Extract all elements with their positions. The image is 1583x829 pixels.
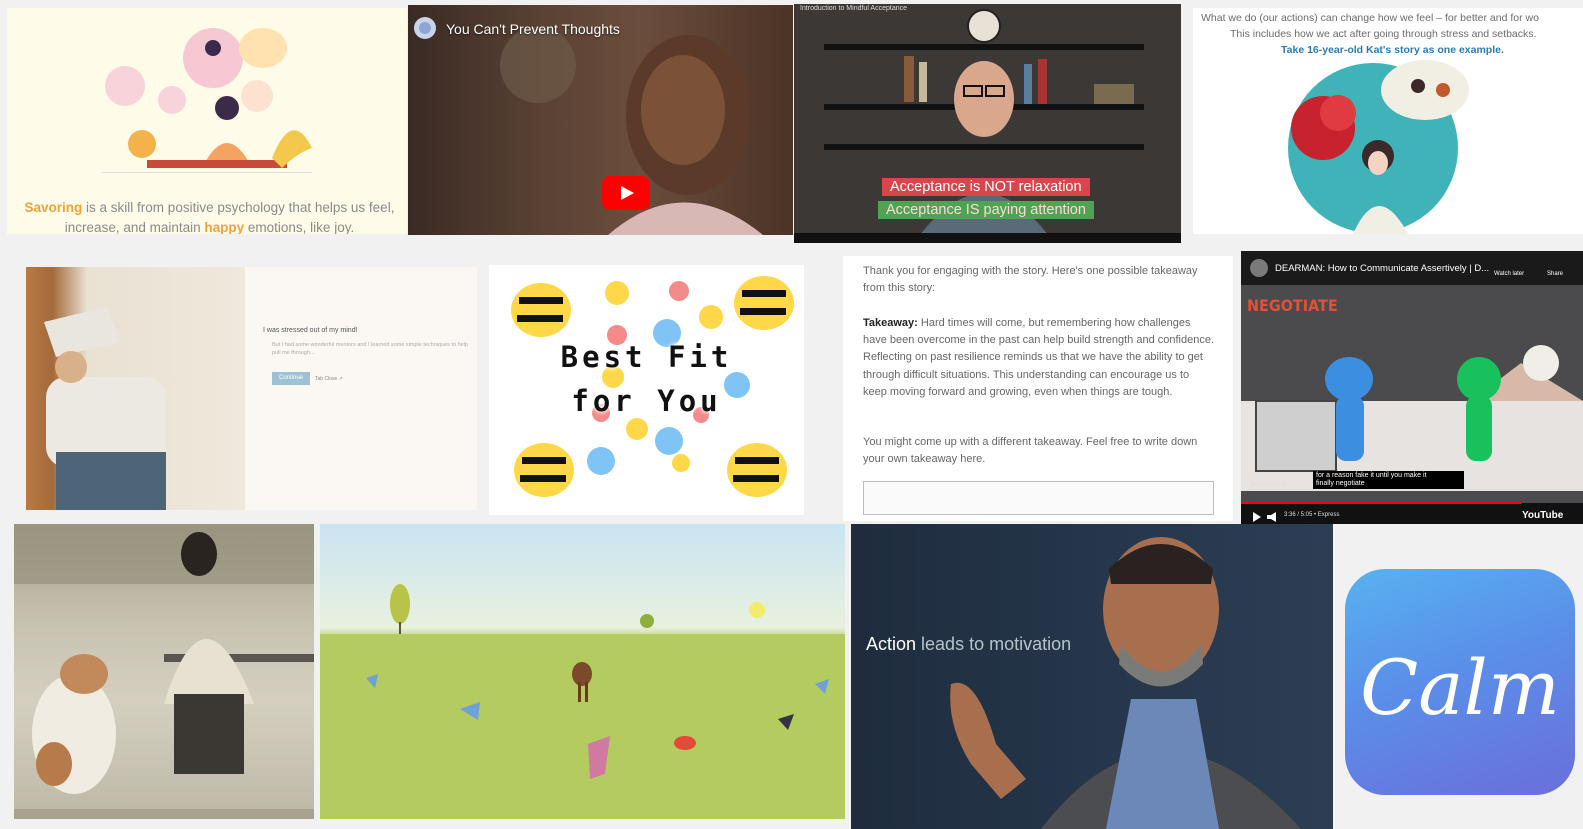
acceptance-video-result[interactable]: Introduction to Mindful Acceptance Accep… <box>794 4 1181 243</box>
thoughts-video-result[interactable]: You Can't Prevent Thoughts <box>408 5 793 235</box>
dearman-title: DEARMAN: How to Communicate Assertively … <box>1275 263 1490 274</box>
more-videos-label[interactable]: MORE VIDEOS <box>1251 482 1286 488</box>
savoring-caption: Savoring is a skill from positive psycho… <box>17 198 402 234</box>
close-link[interactable]: Tab Close ↗ <box>315 376 343 382</box>
action-word: Action <box>866 634 917 654</box>
play-icon[interactable] <box>1251 511 1281 523</box>
takeaway-paragraph: Takeaway: Hard times will come, but reme… <box>863 315 1215 401</box>
stressed-web-result[interactable]: I was stressed out of my mind! But I had… <box>26 267 477 510</box>
video-label-1: Acceptance is NOT relaxation <box>882 178 1090 196</box>
youtube-play-icon[interactable] <box>602 176 650 210</box>
share-button[interactable]: Share <box>1547 271 1563 277</box>
bee-icon <box>514 443 574 497</box>
dog-man-result[interactable] <box>14 524 314 819</box>
calm-app-result[interactable]: Calm <box>1337 524 1583 829</box>
dearman-video-result[interactable]: DEARMAN: How to Communicate Assertively … <box>1241 251 1583 524</box>
takeaway-prompt: You might come up with a different takea… <box>863 436 1198 466</box>
subtitle-line-2: finally negotiate <box>1316 480 1365 487</box>
bee-icon <box>734 276 794 330</box>
channel-avatar-icon <box>414 17 436 39</box>
stressed-photo <box>26 267 245 510</box>
quote-body: But I had some wonderful mentors and I l… <box>272 342 468 356</box>
kat-story-result[interactable]: What we do (our actions) can change how … <box>1193 8 1583 234</box>
takeaway-intro: Thank you for engaging with the story. H… <box>863 265 1198 295</box>
happy-word: happy <box>204 220 245 234</box>
savoring-illustration <box>102 28 312 173</box>
action-rest: leads to motivation <box>916 634 1072 654</box>
best-fit-result[interactable]: Best Fit for You <box>489 265 804 515</box>
savoring-word: Savoring <box>24 200 83 215</box>
calm-logo: Calm <box>1360 643 1560 732</box>
watch-later-button[interactable]: Watch later <box>1494 271 1524 277</box>
negotiate-label: NEGOTIATE <box>1247 296 1338 315</box>
meadow-scene <box>320 584 845 819</box>
video-thumbnail <box>500 27 763 235</box>
video-label-2: Acceptance IS paying attention <box>878 201 1094 219</box>
for-you-title: for You <box>571 384 722 418</box>
subtitle-line-1: for a reason fake it until you make it <box>1316 472 1427 479</box>
caption-text: emotions, like joy. <box>244 220 355 234</box>
youtube-logo[interactable]: YouTube <box>1522 510 1563 521</box>
takeaway-body: Hard times will come, but remembering ho… <box>863 317 1215 398</box>
caption-text: is a skill from positive psychology that… <box>82 200 395 215</box>
flower-icon <box>587 281 750 475</box>
action-caption: Action leads to motivation <box>866 634 1071 655</box>
best-fit-title: Best Fit <box>560 340 733 374</box>
dog-man-scene <box>14 524 314 819</box>
takeaway-textarea[interactable] <box>863 481 1214 515</box>
video-subtitle: for a reason fake it until you make it f… <box>1313 471 1464 489</box>
bee-icon <box>511 283 571 337</box>
quote-text: I was stressed out of my mind! <box>263 327 358 334</box>
video-time: 3:36 / 5:05 • Express <box>1284 512 1340 518</box>
calm-logo-text: Calm <box>1360 643 1560 732</box>
video-small-title: Introduction to Mindful Acceptance <box>800 5 908 12</box>
kat-illustration <box>1288 60 1469 234</box>
action-motivation-result[interactable]: Action leads to motivation <box>851 524 1333 829</box>
continue-button[interactable]: Continue <box>272 372 310 385</box>
meadow-animation-result[interactable] <box>320 524 845 819</box>
caption-text: increase, and maintain <box>64 220 205 234</box>
bee-icon <box>727 443 787 497</box>
person-illustration <box>44 307 166 510</box>
savoring-image-result[interactable]: Savoring is a skill from positive psycho… <box>7 8 407 234</box>
video-title: You Can't Prevent Thoughts <box>446 21 620 37</box>
takeaway-label: Takeaway: <box>863 317 918 329</box>
speaker-thumbnail <box>950 537 1301 829</box>
takeaway-result[interactable]: Thank you for engaging with the story. H… <box>843 256 1233 521</box>
video-control-bar[interactable] <box>794 233 1181 243</box>
